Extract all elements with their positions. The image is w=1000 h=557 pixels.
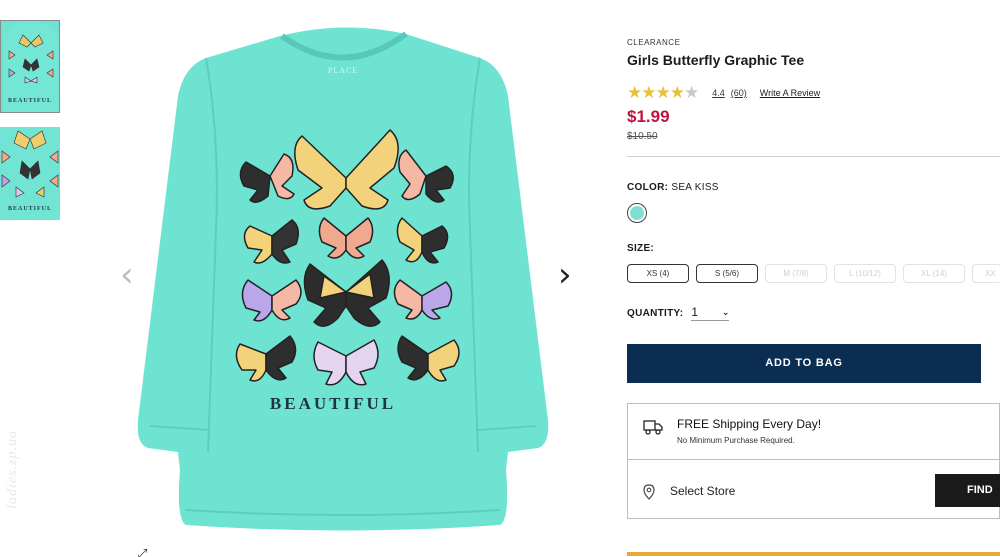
free-shipping-row: FREE Shipping Every Day! No Minimum Purc… bbox=[628, 404, 999, 460]
zoom-icon[interactable]: ⤢ bbox=[137, 546, 147, 557]
rating-value[interactable]: 4.4 bbox=[712, 88, 725, 98]
size-options: XS (4) S (5/6) M (7/8) L (10/12) XL (14)… bbox=[627, 264, 1000, 283]
thumbnail-front[interactable]: BEAUTIFUL bbox=[0, 20, 60, 113]
review-count-link[interactable]: (60) bbox=[731, 88, 747, 98]
star-icon: ★ bbox=[641, 83, 657, 102]
star-rating[interactable]: ★ ★ ★ ★ ★ bbox=[627, 83, 700, 102]
color-section: COLOR: SEA KISS bbox=[627, 182, 1000, 223]
quantity-label: QUANTITY: bbox=[627, 307, 684, 319]
find-store-button[interactable]: FIND bbox=[935, 474, 1000, 507]
star-icon: ★ bbox=[655, 83, 671, 102]
color-swatch-fill bbox=[630, 206, 644, 220]
size-option-l[interactable]: L (10/12) bbox=[834, 264, 896, 283]
select-store-label[interactable]: Select Store bbox=[670, 484, 735, 498]
color-swatch-sea-kiss[interactable] bbox=[627, 203, 647, 223]
rating-row: ★ ★ ★ ★ ★ 4.4 (60) Write A Review bbox=[627, 83, 1000, 102]
clearance-tag: CLEARANCE bbox=[627, 38, 681, 47]
tshirt-image bbox=[137, 27, 549, 531]
product-title: Girls Butterfly Graphic Tee bbox=[627, 52, 805, 68]
quantity-select[interactable]: 1 ⌄ bbox=[691, 305, 730, 321]
size-option-m[interactable]: M (7/8) bbox=[765, 264, 827, 283]
free-shipping-title: FREE Shipping Every Day! bbox=[677, 417, 822, 431]
star-icon: ★ bbox=[627, 83, 643, 102]
product-info-panel: CLEARANCE Girls Butterfly Graphic Tee ★ … bbox=[627, 38, 1000, 519]
main-product-image: ‹ › PLACE BEAUTIFUL ⤢ bbox=[110, 0, 590, 557]
thumbnail-shirt-text: BEAUTIFUL bbox=[7, 98, 52, 104]
star-icon: ★ bbox=[669, 83, 685, 102]
shipping-box: FREE Shipping Every Day! No Minimum Purc… bbox=[627, 403, 1000, 519]
location-pin-icon bbox=[643, 484, 655, 500]
watermark-text: ladies.zp.ua bbox=[5, 430, 20, 509]
chevron-down-icon: ⌄ bbox=[721, 307, 730, 317]
color-label-text: COLOR: bbox=[627, 182, 669, 193]
divider bbox=[627, 156, 1000, 157]
original-price: $10.50 bbox=[627, 131, 658, 142]
size-option-xx[interactable]: XX bbox=[972, 264, 1000, 283]
free-shipping-subtitle: No Minimum Purchase Required. bbox=[677, 436, 795, 445]
star-empty-icon: ★ bbox=[684, 83, 700, 102]
color-value: SEA KISS bbox=[671, 182, 719, 193]
quantity-section: QUANTITY: 1 ⌄ bbox=[627, 305, 1000, 321]
size-option-xs[interactable]: XS (4) bbox=[627, 264, 689, 283]
quantity-value: 1 bbox=[691, 305, 699, 319]
write-review-link[interactable]: Write A Review bbox=[760, 88, 820, 98]
color-label: COLOR: SEA KISS bbox=[627, 182, 1000, 193]
size-label: SIZE: bbox=[627, 243, 655, 254]
accent-bar bbox=[627, 552, 1000, 556]
thumbnail-closeup[interactable]: BEAUTIFUL bbox=[0, 127, 60, 220]
shirt-brand-logo: PLACE bbox=[327, 66, 359, 75]
shirt-graphic-text: BEAUTIFUL bbox=[269, 394, 397, 413]
size-option-xl[interactable]: XL (14) bbox=[903, 264, 965, 283]
add-to-bag-button[interactable]: ADD TO BAG bbox=[627, 344, 981, 383]
size-option-s[interactable]: S (5/6) bbox=[696, 264, 758, 283]
thumbnail-list: BEAUTIFUL BEAUTIFUL bbox=[0, 20, 62, 234]
sale-price: $1.99 bbox=[627, 107, 670, 126]
size-section: SIZE: XS (4) S (5/6) M (7/8) L (10/12) X… bbox=[627, 243, 1000, 283]
delivery-truck-icon bbox=[643, 420, 663, 435]
thumbnail-closeup-text: BEAUTIFUL bbox=[7, 206, 52, 212]
